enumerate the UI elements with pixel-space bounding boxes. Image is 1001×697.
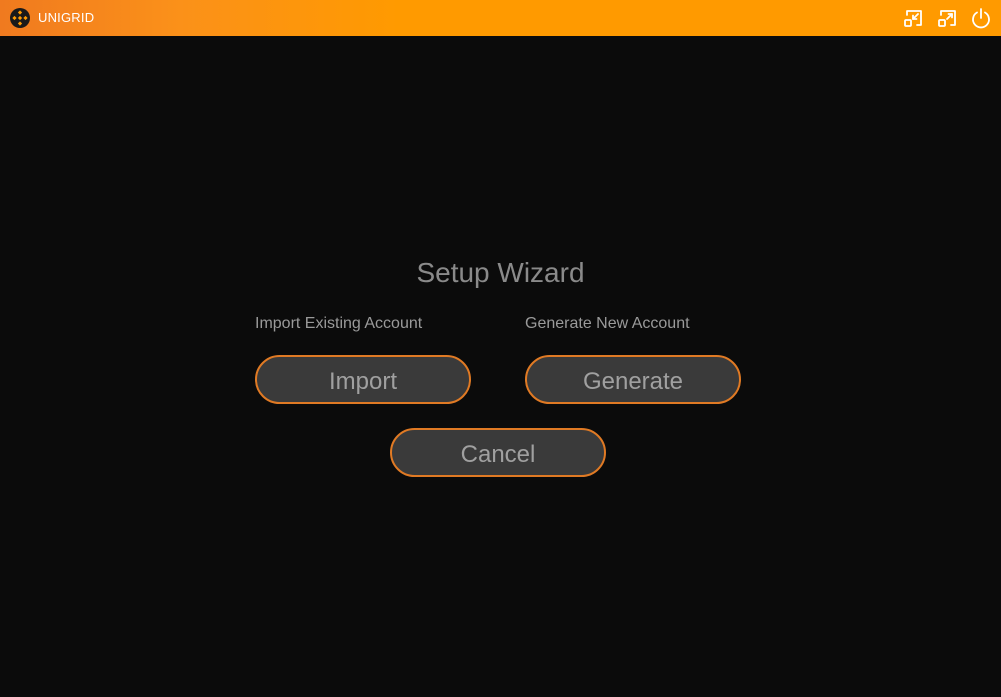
generate-button[interactable]: Generate [525, 355, 741, 404]
app-window: UNIGRID Setup Wizard Import Existing Acc… [0, 0, 1001, 697]
app-title: UNIGRID [38, 10, 95, 25]
shrink-icon[interactable] [903, 7, 925, 29]
wizard-title: Setup Wizard [416, 257, 585, 288]
cancel-button[interactable]: Cancel [390, 428, 606, 477]
title-bar[interactable]: UNIGRID [0, 0, 1001, 36]
import-option-label: Import Existing Account [255, 315, 423, 332]
power-icon[interactable] [970, 7, 992, 29]
expand-icon[interactable] [937, 7, 959, 29]
unigrid-logo-icon [10, 8, 30, 28]
import-button[interactable]: Import [255, 355, 471, 404]
generate-option-label: Generate New Account [525, 315, 690, 332]
